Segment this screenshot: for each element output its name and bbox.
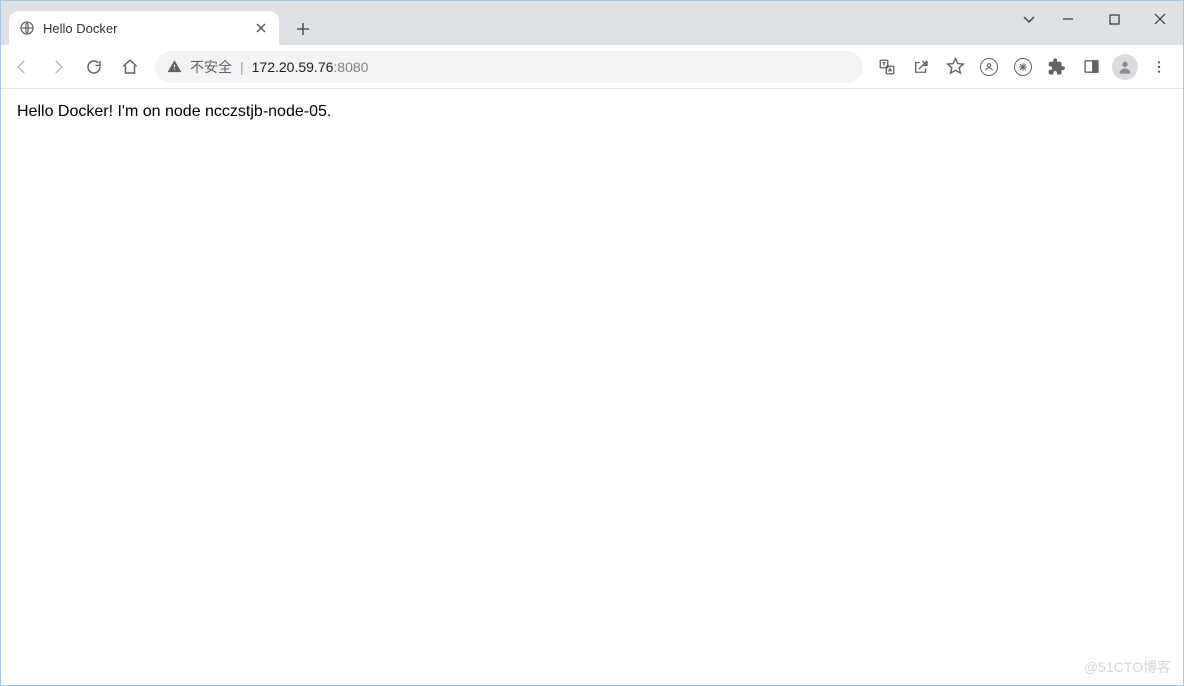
toolbar: 不安全 | 172.20.59.76:8080 <box>1 45 1183 89</box>
address-bar[interactable]: 不安全 | 172.20.59.76:8080 <box>155 51 863 83</box>
back-button[interactable] <box>5 50 39 84</box>
translate-icon[interactable] <box>871 51 903 83</box>
extension-user-icon[interactable] <box>973 51 1005 83</box>
toolbar-right <box>871 51 1179 83</box>
tab-strip: Hello Docker <box>1 1 1183 45</box>
extensions-icon[interactable] <box>1041 51 1073 83</box>
maximize-button[interactable] <box>1091 1 1137 37</box>
forward-button[interactable] <box>41 50 75 84</box>
share-icon[interactable] <box>905 51 937 83</box>
profile-button[interactable] <box>1109 51 1141 83</box>
browser-window: Hello Docker <box>1 1 1183 685</box>
url-host: 172.20.59.76 <box>252 59 334 75</box>
url-text: 172.20.59.76:8080 <box>252 59 369 75</box>
window-controls <box>1013 1 1183 37</box>
extension-asterisk-icon[interactable] <box>1007 51 1039 83</box>
page-content: Hello Docker! I'm on node ncczstjb-node-… <box>1 89 1183 685</box>
security-label: 不安全 <box>190 57 232 77</box>
globe-icon <box>19 20 35 36</box>
new-tab-button[interactable] <box>289 15 317 43</box>
close-window-button[interactable] <box>1137 1 1183 37</box>
avatar <box>1112 54 1138 80</box>
side-panel-icon[interactable] <box>1075 51 1107 83</box>
url-port: :8080 <box>333 59 368 75</box>
home-button[interactable] <box>113 50 147 84</box>
close-icon[interactable] <box>253 20 269 36</box>
bookmark-icon[interactable] <box>939 51 971 83</box>
minimize-button[interactable] <box>1045 1 1091 37</box>
tab-active[interactable]: Hello Docker <box>9 11 279 45</box>
chevron-down-icon[interactable] <box>1013 12 1045 26</box>
tab-title: Hello Docker <box>43 21 245 36</box>
body-text: Hello Docker! I'm on node ncczstjb-node-… <box>17 103 1167 121</box>
separator: | <box>240 59 244 75</box>
reload-button[interactable] <box>77 50 111 84</box>
warning-icon <box>167 59 182 74</box>
watermark: @51CTO博客 <box>1084 657 1171 677</box>
menu-button[interactable] <box>1143 51 1175 83</box>
